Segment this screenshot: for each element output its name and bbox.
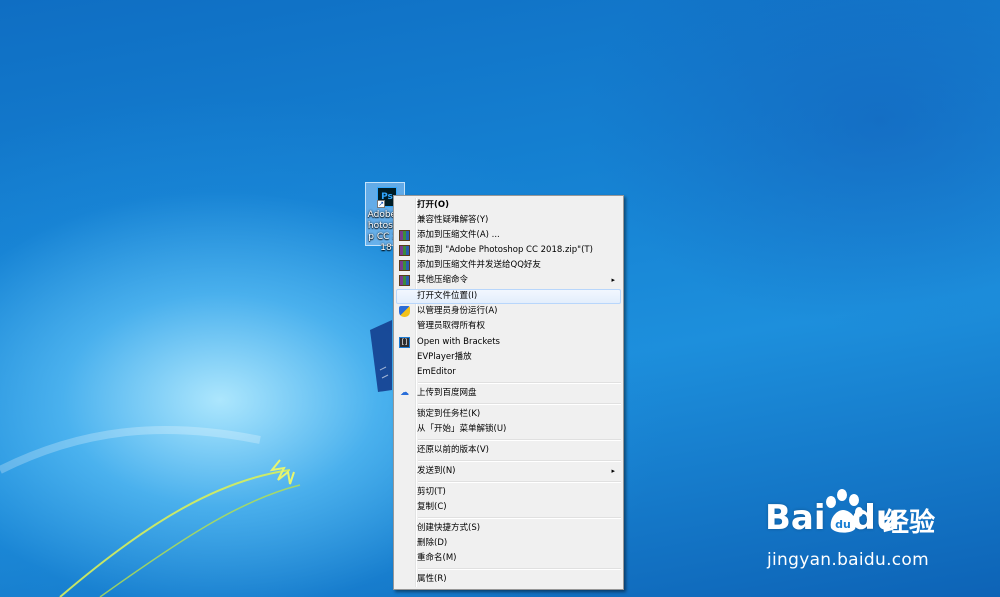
winrar-icon — [399, 245, 410, 256]
baidu-paw-icon: du — [826, 489, 863, 533]
menu-item-upload-baidu-netdisk[interactable]: ☁ 上传到百度网盘 — [396, 386, 621, 401]
menu-separator — [418, 460, 621, 462]
menu-item-take-ownership[interactable]: 管理员取得所有权 — [396, 319, 621, 334]
menu-item-unpin-start-menu[interactable]: 从「开始」菜单解锁(U) — [396, 422, 621, 437]
menu-item-open[interactable]: 打开(O) — [396, 198, 621, 213]
context-menu: 打开(O) 兼容性疑难解答(Y) 添加到压缩文件(A) ... 添加到 "Ado… — [393, 195, 624, 590]
menu-item-label: 其他压缩命令 — [417, 275, 469, 285]
menu-item-label: 发送到(N) — [417, 466, 456, 476]
menu-item-compatibility-troubleshoot[interactable]: 兼容性疑难解答(Y) — [396, 213, 621, 228]
brackets-icon: [] — [399, 337, 410, 348]
menu-item-label: 重命名(M) — [417, 553, 457, 563]
desktop-background: Ps ↗ Adobe Photoshop CC 2018 打开(O) 兼容性疑难… — [0, 0, 1000, 597]
menu-item-create-shortcut[interactable]: 创建快捷方式(S) — [396, 521, 621, 536]
menu-item-label: 以管理员身份运行(A) — [417, 306, 498, 316]
menu-item-rename[interactable]: 重命名(M) — [396, 551, 621, 566]
menu-item-label: 复制(C) — [417, 502, 447, 512]
menu-item-pin-to-taskbar[interactable]: 锁定到任务栏(K) — [396, 407, 621, 422]
submenu-arrow-icon: ▸ — [611, 467, 615, 475]
svg-text:du: du — [835, 518, 851, 531]
uac-shield-icon — [399, 306, 410, 317]
menu-separator — [418, 481, 621, 483]
menu-item-run-as-admin[interactable]: 以管理员身份运行(A) — [396, 304, 621, 319]
menu-item-label: Open with Brackets — [417, 337, 500, 347]
menu-item-cut[interactable]: 剪切(T) — [396, 485, 621, 500]
menu-item-open-file-location[interactable]: 打开文件位置(I) — [396, 289, 621, 304]
shortcut-arrow-icon: ↗ — [377, 200, 385, 208]
watermark-url: jingyan.baidu.com — [767, 550, 929, 570]
menu-item-restore-previous-versions[interactable]: 还原以前的版本(V) — [396, 443, 621, 458]
menu-item-delete[interactable]: 删除(D) — [396, 536, 621, 551]
menu-separator — [418, 517, 621, 519]
baidu-jingyan-watermark: Bai du du 经验 jingyan.baidu.com — [765, 488, 985, 578]
menu-item-properties[interactable]: 属性(R) — [396, 572, 621, 587]
menu-item-label: 删除(D) — [417, 538, 448, 548]
winrar-icon — [399, 260, 410, 271]
menu-item-label: 锁定到任务栏(K) — [417, 409, 481, 419]
menu-item-label: 兼容性疑难解答(Y) — [417, 215, 489, 225]
menu-item-label: 创建快捷方式(S) — [417, 523, 481, 533]
menu-item-label: EmEditor — [417, 367, 456, 377]
menu-item-label: 打开(O) — [417, 200, 449, 210]
menu-item-add-to-zip[interactable]: 添加到 "Adobe Photoshop CC 2018.zip"(T) — [396, 243, 621, 258]
menu-separator — [418, 439, 621, 441]
watermark-chinese: 经验 — [883, 508, 936, 538]
menu-item-open-with-brackets[interactable]: [] Open with Brackets — [396, 335, 621, 350]
menu-item-label: 上传到百度网盘 — [417, 388, 477, 398]
menu-separator — [418, 403, 621, 405]
winrar-icon — [399, 275, 410, 286]
menu-item-add-to-archive[interactable]: 添加到压缩文件(A) ... — [396, 228, 621, 243]
menu-item-label: 属性(R) — [417, 574, 447, 584]
menu-item-label: 从「开始」菜单解锁(U) — [417, 424, 507, 434]
submenu-arrow-icon: ▸ — [611, 276, 615, 284]
menu-item-send-to[interactable]: 发送到(N) ▸ — [396, 464, 621, 479]
menu-item-archive-send-qq[interactable]: 添加到压缩文件并发送给QQ好友 — [396, 258, 621, 273]
menu-item-label: 添加到压缩文件(A) ... — [417, 230, 500, 240]
menu-item-label: 还原以前的版本(V) — [417, 445, 489, 455]
baidu-cloud-icon: ☁ — [400, 388, 409, 398]
menu-item-label: 添加到压缩文件并发送给QQ好友 — [417, 260, 541, 270]
menu-item-label: 剪切(T) — [417, 487, 446, 497]
watermark-brand-bai: Bai — [765, 498, 826, 538]
menu-separator — [418, 382, 621, 384]
menu-item-copy[interactable]: 复制(C) — [396, 500, 621, 515]
menu-item-label: 打开文件位置(I) — [417, 291, 478, 301]
menu-separator — [418, 568, 621, 570]
menu-item-label: EVPlayer播放 — [417, 352, 472, 362]
menu-item-evplayer[interactable]: EVPlayer播放 — [396, 350, 621, 365]
menu-item-label: 添加到 "Adobe Photoshop CC 2018.zip"(T) — [417, 245, 593, 255]
menu-item-label: 管理员取得所有权 — [417, 321, 486, 331]
menu-item-emeditor[interactable]: EmEditor — [396, 365, 621, 380]
menu-item-other-compress-commands[interactable]: 其他压缩命令 ▸ — [396, 273, 621, 288]
winrar-icon — [399, 230, 410, 241]
